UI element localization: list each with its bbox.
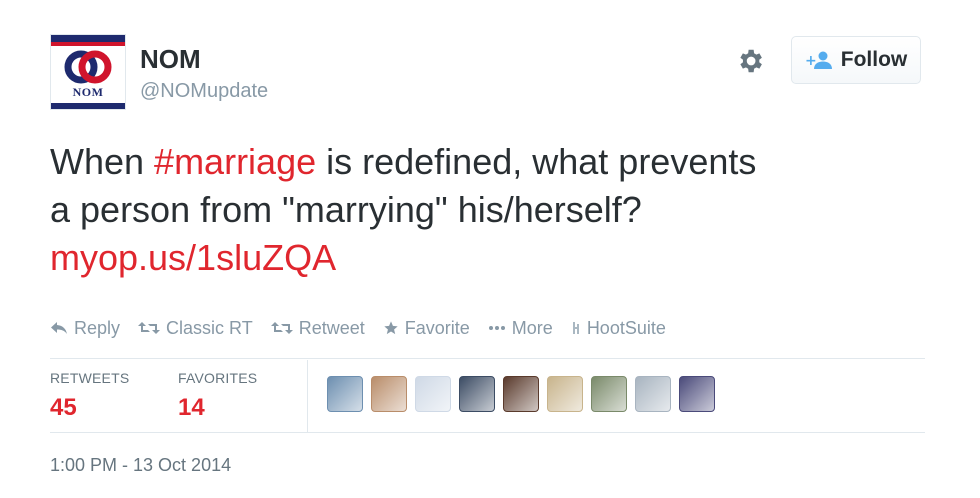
retweet-icon — [138, 322, 161, 334]
avatar-band-top — [51, 35, 125, 42]
favoriter-avatar[interactable] — [327, 376, 363, 412]
favorites-count: 14 — [178, 394, 205, 421]
favoriter-avatars — [327, 376, 715, 412]
tweet-line-1: When #marriage is redefined, what preven… — [50, 138, 930, 186]
hashtag-link[interactable]: #marriage — [154, 141, 316, 182]
retweet-label: Retweet — [298, 317, 365, 338]
add-user-icon: + — [805, 51, 832, 69]
tweet-timestamp[interactable]: 1:00 PM - 13 Oct 2014 — [50, 455, 231, 476]
nom-avatar[interactable]: NOM — [50, 34, 126, 110]
favorites-stat[interactable]: FAVORITES 14 — [178, 370, 257, 422]
retweets-count: 45 — [50, 394, 77, 421]
retweets-label: RETWEETS — [50, 370, 130, 386]
reply-button[interactable]: Reply — [50, 318, 120, 339]
classic-rt-button[interactable]: Classic RT — [138, 318, 253, 339]
stats-vertical-divider — [307, 360, 308, 432]
favoriter-avatar[interactable] — [635, 376, 671, 412]
follow-label: Follow — [840, 48, 908, 71]
stats-divider-bottom — [50, 432, 925, 433]
favoriter-avatar[interactable] — [415, 376, 451, 412]
favoriter-avatar[interactable] — [503, 376, 539, 412]
favorite-button[interactable]: Favorite — [383, 318, 470, 339]
hootsuite-button[interactable]: HootSuite — [571, 318, 666, 339]
star-icon — [384, 321, 398, 335]
author-name[interactable]: NOM — [140, 44, 201, 75]
retweet-icon — [270, 322, 293, 334]
avatar-band-bottom — [51, 103, 125, 109]
tweet-text: When #marriage is redefined, what preven… — [50, 138, 930, 282]
favoriter-avatar[interactable] — [371, 376, 407, 412]
favoriter-avatar[interactable] — [459, 376, 495, 412]
favorite-label: Favorite — [404, 317, 470, 338]
stats-divider-top — [50, 358, 925, 359]
classic-rt-label: Classic RT — [166, 317, 253, 338]
reply-icon — [51, 322, 67, 334]
retweet-button[interactable]: Retweet — [270, 317, 365, 339]
follow-button[interactable]: + Follow — [791, 36, 921, 84]
avatar-logo-text: NOM — [72, 85, 104, 99]
tweet-url-link[interactable]: myop.us/1sluZQA — [50, 234, 930, 282]
reply-label: Reply — [74, 317, 121, 338]
favorites-label: FAVORITES — [178, 370, 258, 386]
retweets-stat[interactable]: RETWEETS 45 — [50, 370, 129, 422]
tweet-line-2: a person from "marrying" his/herself? — [50, 189, 642, 230]
more-dots-icon — [488, 326, 505, 330]
favoriter-avatar[interactable] — [679, 376, 715, 412]
avatar-band-red — [51, 42, 125, 46]
gear-icon[interactable] — [735, 46, 765, 76]
tweet-text-segment: When — [50, 141, 155, 182]
author-handle[interactable]: @NOMupdate — [140, 80, 268, 103]
hootsuite-label: HootSuite — [586, 317, 666, 338]
nom-logo-icon — [64, 50, 112, 84]
more-label: More — [511, 317, 553, 338]
tweet-actions: Reply Classic RT Retweet Favorite More H… — [50, 316, 684, 340]
hootsuite-icon — [572, 322, 579, 334]
favoriter-avatar[interactable] — [547, 376, 583, 412]
favoriter-avatar[interactable] — [591, 376, 627, 412]
tweet-text-segment: is redefined, what prevents — [316, 141, 757, 182]
more-button[interactable]: More — [488, 318, 553, 339]
